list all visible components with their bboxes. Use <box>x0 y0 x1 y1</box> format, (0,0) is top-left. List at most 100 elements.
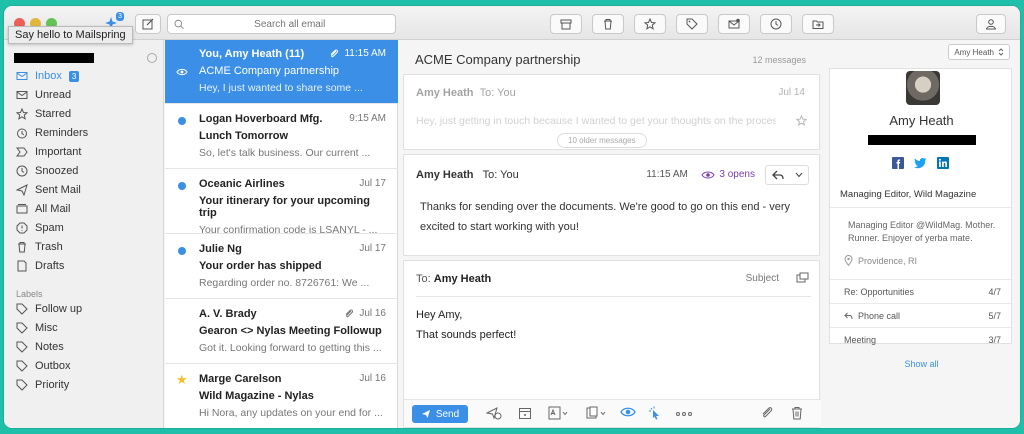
sidebar-item-trash[interactable]: Trash <box>16 238 156 256</box>
link-tracking-icon[interactable] <box>648 406 662 420</box>
related-thread-row[interactable]: Re: Opportunities 4/7 <box>844 287 1001 297</box>
sidebar-item-drafts[interactable]: Drafts <box>16 257 156 275</box>
thread-pane: ACME Company partnership 12 messages Amy… <box>399 40 822 428</box>
collapsed-star-icon[interactable] <box>795 114 808 129</box>
twitter-icon[interactable] <box>914 157 927 172</box>
message-time-text: Jul 16 <box>359 308 386 319</box>
reply-button[interactable] <box>765 165 809 185</box>
compose-icon <box>142 18 154 30</box>
message-time-text: 9:15 AM <box>349 113 386 124</box>
contact-email-redacted <box>868 135 976 145</box>
sidebar-item-all-mail[interactable]: All Mail <box>16 200 156 218</box>
reply-composer[interactable]: To: Amy Heath Subject Hey Amy, That soun… <box>403 260 821 428</box>
contact-selector-value: Amy Heath <box>954 47 994 57</box>
snoozed-icon <box>16 165 28 177</box>
starred-icon[interactable]: ★ <box>176 372 188 388</box>
message-snippet: Hi Nora, any updates on your end for ... <box>199 407 383 419</box>
snooze-button[interactable] <box>760 14 792 34</box>
send-button[interactable]: Send <box>412 405 468 423</box>
message-item[interactable]: Oceanic Airlines Jul 17 Your itinerary f… <box>165 170 398 236</box>
tag-button[interactable] <box>676 14 708 34</box>
sidebar-item-sent-mail[interactable]: Sent Mail <box>16 181 156 199</box>
tooltip: Say hello to Mailspring <box>8 26 133 44</box>
trash-icon <box>18 242 26 253</box>
sidebar-label-outbox[interactable]: Outbox <box>16 357 156 375</box>
compose-to[interactable]: To: Amy Heath <box>416 273 491 285</box>
avatar <box>906 71 940 105</box>
move-icon <box>812 20 824 29</box>
trash-icon[interactable] <box>791 406 803 420</box>
attachment-icon[interactable] <box>760 406 774 420</box>
sidebar-item-starred[interactable]: Starred <box>16 105 156 123</box>
sidebar-label-priority[interactable]: Priority <box>16 376 156 394</box>
sent-icon <box>16 184 28 196</box>
sidebar-item-label: Follow up <box>35 303 83 315</box>
compose-subject-toggle[interactable]: Subject <box>746 273 779 284</box>
trash-button[interactable] <box>592 14 624 34</box>
message-subject: Your order has shipped <box>199 260 322 272</box>
sidebar-item-reminders[interactable]: Reminders <box>16 124 156 142</box>
message-time: Jul 16 <box>344 308 386 319</box>
more-options-icon[interactable] <box>676 412 692 416</box>
compose-body-line: Hey Amy, <box>416 309 463 321</box>
popout-icon[interactable] <box>796 272 809 286</box>
thread-message-count: 12 messages <box>752 55 806 65</box>
show-all-link[interactable]: Show all <box>830 359 1013 369</box>
move-to-folder-button[interactable] <box>802 14 834 34</box>
older-messages-button[interactable]: 10 older messages <box>557 133 647 148</box>
schedule-icon[interactable] <box>518 406 532 420</box>
message-item[interactable]: ★ Marge Carelson Jul 16 Wild Magazine - … <box>165 365 398 428</box>
mark-unread-icon <box>728 18 740 29</box>
sidebar: Inbox 3 Unread Starred Reminders Importa… <box>4 40 164 428</box>
sidebar-item-unread[interactable]: Unread <box>16 86 156 104</box>
message-snippet: Regarding order no. 8726761: We ... <box>199 277 370 289</box>
sidebar-item-label: Notes <box>35 341 64 353</box>
archive-button[interactable] <box>550 14 582 34</box>
message-item[interactable]: You, Amy Heath (11) 11:15 AM ACME Compan… <box>165 40 398 104</box>
compose-body[interactable]: Hey Amy, That sounds perfect! <box>416 305 516 345</box>
sidebar-item-spam[interactable]: Spam <box>16 219 156 237</box>
archive-icon <box>560 19 572 30</box>
template-icon[interactable] <box>548 406 568 420</box>
linkedin-icon[interactable] <box>937 157 949 172</box>
message-item[interactable]: A. V. Brady Jul 16 Gearon <> Nylas Meeti… <box>165 300 398 364</box>
sidebar-item-snoozed[interactable]: Snoozed <box>16 162 156 180</box>
search-input[interactable] <box>184 18 395 30</box>
message-item[interactable]: Julie Ng Jul 17 Your order has shipped R… <box>165 235 398 299</box>
send-later-icon[interactable] <box>486 406 502 420</box>
mark-unread-button[interactable] <box>718 14 750 34</box>
message-time: 9:15 AM <box>349 113 386 124</box>
tag-icon <box>16 322 28 334</box>
collapsed-snippet: Hey, just getting in touch because I wan… <box>416 115 776 127</box>
search-box[interactable] <box>167 14 396 34</box>
sidebar-item-important[interactable]: Important <box>16 143 156 161</box>
sidebar-label-misc[interactable]: Misc <box>16 319 156 337</box>
sidebar-circle-icon[interactable] <box>147 53 157 63</box>
star-icon <box>16 108 28 120</box>
sidebar-item-label: Trash <box>35 241 63 253</box>
compose-to-name: Amy Heath <box>433 273 492 285</box>
related-thread-row[interactable]: Meeting 3/7 <box>844 335 1001 345</box>
facebook-icon[interactable] <box>892 157 904 172</box>
send-icon <box>421 410 430 418</box>
sidebar-label-notes[interactable]: Notes <box>16 338 156 356</box>
read-receipt-eye-icon <box>176 67 188 80</box>
message-item[interactable]: Logan Hoverboard Mfg. 9:15 AM Lunch Tomo… <box>165 105 398 169</box>
compose-button[interactable] <box>135 14 161 34</box>
read-receipts[interactable]: 11:15 AM 3 opens <box>646 169 755 180</box>
contact-name: Amy Heath <box>889 113 954 128</box>
compose-toolbar: Send <box>404 399 821 427</box>
sidebar-item-label: Inbox <box>35 70 62 82</box>
sidebar-item-label: Important <box>35 146 82 158</box>
contact-selector[interactable]: Amy Heath <box>948 44 1010 60</box>
chevron-down-icon <box>795 172 802 178</box>
read-tracking-eye-icon[interactable] <box>620 406 636 418</box>
sidebar-label-follow-up[interactable]: Follow up <box>16 300 156 318</box>
star-button[interactable] <box>634 14 666 34</box>
divider <box>830 207 1011 208</box>
account-button[interactable] <box>976 14 1006 34</box>
snippet-icon[interactable] <box>586 406 606 420</box>
sidebar-item-label: Priority <box>35 379 70 391</box>
related-thread-row[interactable]: Phone call 5/7 <box>844 311 1001 321</box>
sidebar-item-inbox[interactable]: Inbox 3 <box>16 67 156 85</box>
